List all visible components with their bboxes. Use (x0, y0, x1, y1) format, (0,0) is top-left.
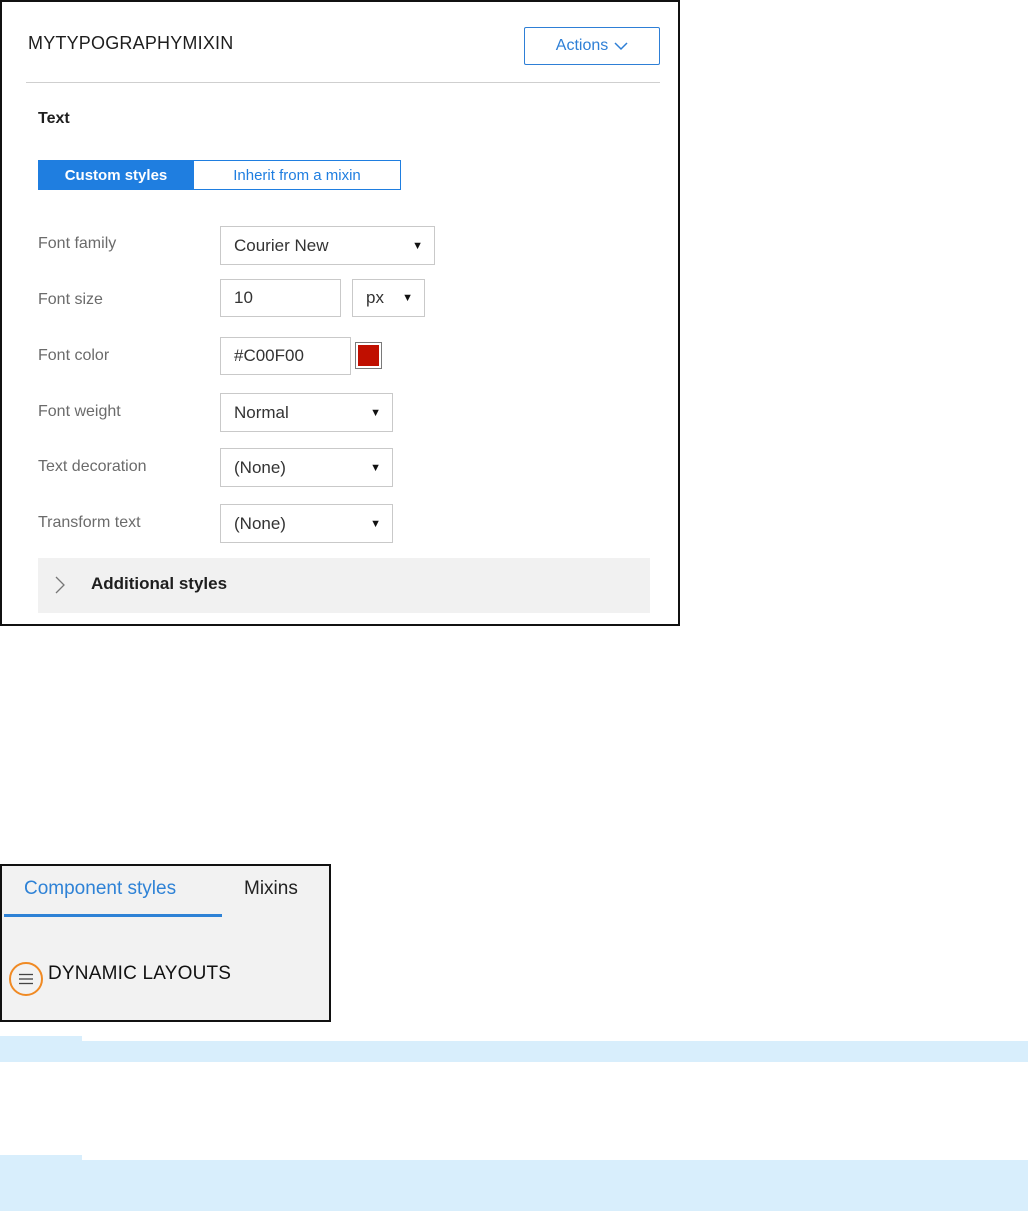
transform-text-select[interactable]: (None) ▼ (220, 504, 393, 543)
panel-title: MYTYPOGRAPHYMIXIN (28, 33, 234, 53)
actions-button[interactable]: Actions (524, 27, 660, 65)
font-family-value: Courier New (234, 235, 329, 255)
font-size-unit-select[interactable]: px ▼ (352, 279, 425, 317)
section-title: Text (38, 110, 70, 127)
color-swatch-fill (358, 345, 379, 366)
text-decoration-select[interactable]: (None) ▼ (220, 448, 393, 487)
color-swatch[interactable] (355, 342, 382, 369)
style-nav-panel: Component styles Mixins DYNAMIC LAYOUTS (0, 864, 331, 1022)
font-color-label: Font color (38, 347, 110, 364)
font-weight-select[interactable]: Normal ▼ (220, 393, 393, 432)
font-size-value: 10 (234, 288, 253, 307)
hamburger-icon (19, 973, 33, 985)
font-color-value: #C00F00 (234, 346, 304, 365)
font-family-label: Font family (38, 235, 117, 252)
transform-text-label: Transform text (38, 514, 141, 531)
chevron-down-icon (614, 42, 628, 51)
callout-bar (0, 1160, 1028, 1211)
additional-styles-label: Additional styles (91, 574, 228, 593)
typography-mixin-panel: MYTYPOGRAPHYMIXIN Actions Text Custom st… (0, 0, 680, 626)
transform-text-value: (None) (234, 513, 286, 533)
tab-mixins[interactable]: Mixins (244, 878, 298, 900)
callout-bar (0, 1041, 1028, 1062)
font-size-unit-value: px (366, 288, 384, 307)
font-family-select[interactable]: Courier New ▼ (220, 226, 435, 265)
caret-down-icon: ▼ (412, 239, 423, 252)
style-source-toggle: Custom styles Inherit from a mixin (38, 160, 401, 190)
font-color-input[interactable]: #C00F00 (220, 337, 351, 375)
font-size-label: Font size (38, 291, 103, 308)
font-size-input[interactable]: 10 (220, 279, 341, 317)
chevron-right-icon (55, 576, 65, 594)
drag-handle[interactable] (9, 962, 43, 996)
text-decoration-value: (None) (234, 457, 286, 477)
panel-header: MYTYPOGRAPHYMIXIN Actions (26, 24, 660, 83)
additional-styles-section[interactable]: Additional styles (38, 558, 650, 613)
font-weight-label: Font weight (38, 403, 121, 420)
caret-down-icon: ▼ (370, 517, 381, 530)
active-tab-indicator (4, 914, 222, 917)
caret-down-icon: ▼ (370, 461, 381, 474)
font-weight-value: Normal (234, 402, 289, 422)
custom-styles-option[interactable]: Custom styles (38, 160, 194, 190)
caret-down-icon: ▼ (402, 292, 413, 304)
caret-down-icon: ▼ (370, 406, 381, 419)
inherit-mixin-option[interactable]: Inherit from a mixin (194, 160, 401, 190)
dynamic-layouts-heading: DYNAMIC LAYOUTS (48, 963, 232, 984)
tab-component-styles[interactable]: Component styles (24, 878, 176, 900)
text-decoration-label: Text decoration (38, 458, 147, 475)
actions-label: Actions (555, 37, 609, 54)
